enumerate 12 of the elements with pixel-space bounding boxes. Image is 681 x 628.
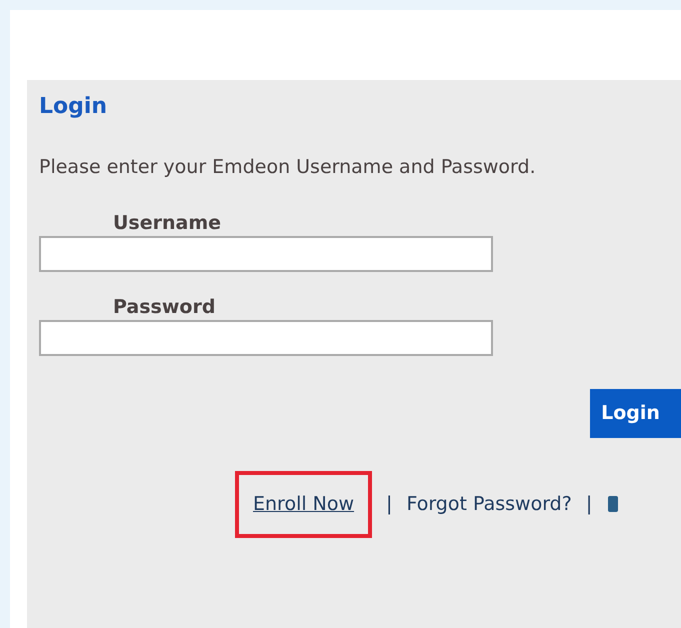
field-label: Username <box>113 211 222 236</box>
field-label: Password <box>113 295 216 320</box>
panel-title: Login <box>39 93 108 121</box>
separator: | <box>386 492 392 517</box>
login-button[interactable]: Login <box>590 389 681 438</box>
input-field[interactable] <box>39 320 493 356</box>
link[interactable]: Enroll Now <box>235 471 372 538</box>
link[interactable]: Forgot Password? <box>406 490 572 518</box>
input-field[interactable] <box>39 236 493 272</box>
instructions-text: Please enter your Emdeon Username and Password. <box>39 155 537 180</box>
document-icon <box>606 494 618 514</box>
separator: | <box>586 492 592 517</box>
